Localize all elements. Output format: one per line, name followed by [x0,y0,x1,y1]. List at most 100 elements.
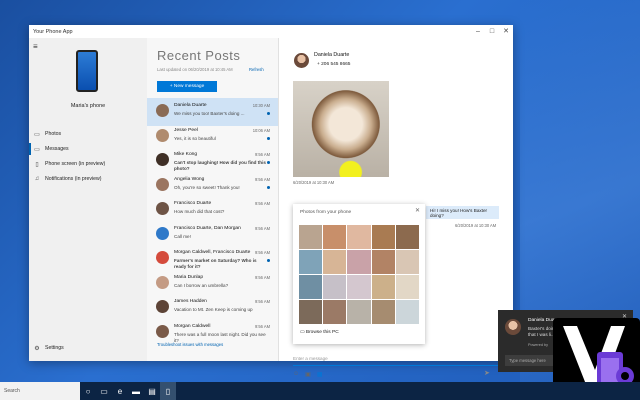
cortana-icon[interactable]: ○ [80,382,96,400]
browse-pc-button[interactable]: ▭ Browse this PC [300,330,339,335]
unread-indicator [267,161,270,164]
list-item-name: Morgan Caldwell [174,323,211,329]
minimize-button[interactable]: – [471,25,485,38]
photo-thumbnail[interactable] [371,250,395,274]
emoji-icon[interactable]: ☺ [293,371,299,378]
task-view-icon[interactable]: ▭ [96,382,112,400]
list-item-time: 9:56 AM [254,299,270,304]
new-message-button[interactable]: + New message [157,81,217,92]
toast-avatar [505,319,521,335]
photo-thumbnail[interactable] [323,275,347,299]
bell-icon: ♫ [34,176,40,182]
list-item-preview: How much did that cost? [174,209,225,214]
avatar [156,153,169,166]
list-item-name: Angelia Wong [174,176,205,182]
edge-icon[interactable]: e [112,382,128,400]
list-item-name: Maria Dunlap [174,274,204,280]
sidebar-item-settings[interactable]: ⚙ Settings [29,342,147,354]
photo-thumbnail[interactable] [395,300,419,324]
contact-phone: + 206 545 8665 [317,62,351,67]
avatar [156,275,169,289]
photo-thumbnail[interactable] [395,275,419,299]
list-item-name: James Hadden [174,299,207,304]
taskbar-search-input[interactable]: Search [0,382,80,400]
list-item-time: 9:56 AM [254,250,270,255]
contact-name: Daniela Duarte [314,52,350,58]
photo-thumbnail[interactable] [347,275,371,299]
sidebar-item-notifications[interactable]: ♫ Notifications (in preview) [29,173,147,185]
photo-thumbnail[interactable] [371,225,395,249]
photo-thumbnail[interactable] [347,300,371,324]
avatar [156,202,169,215]
list-item-time: 9:56 AM [254,323,270,329]
sidebar-item-messages[interactable]: ▭ Messages [29,143,147,155]
send-icon[interactable]: ➤ [484,369,490,377]
window-title: Your Phone App [33,28,73,35]
close-button[interactable]: ✕ [499,25,513,38]
your-phone-window: Your Phone App – □ ✕ ≡ Maria's phone ▭ P… [29,25,513,378]
photo-thumbnail[interactable] [323,250,347,274]
taskbar-icons: ○ ▭ e ▬ ▤ ▯ [80,382,176,400]
outgoing-timestamp: 6/20/2019 at 10:30 AM [455,223,497,228]
list-item-preview: Can I borrow an umbrella? [174,282,229,288]
phone-name: Maria's phone [70,103,106,109]
photos-picker-popup: Photos from your phone ✕ ▭ Browse this P… [293,204,425,344]
page-title: Recent Posts [157,48,241,63]
refresh-link[interactable]: Refresh [249,67,264,72]
sidebar: ≡ Maria's phone ▭ Photos ▭ Messages ▯ Ph… [29,38,147,361]
avatar [156,128,169,142]
sidebar-item-phone-screen[interactable]: ▯ Phone screen (in preview) [29,158,147,170]
sidebar-item-photos[interactable]: ▭ Photos [29,128,147,140]
unread-indicator [267,136,270,140]
list-item-preview: Farmer's market on Saturday? Who is read… [174,258,257,269]
your-phone-icon[interactable]: ▯ [160,382,176,400]
unread-indicator [267,185,270,189]
maximize-button[interactable]: □ [485,25,499,38]
list-item-name: Francisco Duarte, Dan Morgan [174,225,241,231]
list-item-time: 9:56 AM [254,225,270,231]
photos-icon: ▭ [34,131,40,138]
list-item-time: 10:30 AM [252,103,270,108]
photo-thumbnail[interactable] [323,225,347,249]
close-icon[interactable]: ✕ [415,207,420,214]
troubleshoot-link[interactable]: Troubleshoot issues with messages [157,342,223,347]
list-item-time: 9:56 AM [254,152,270,157]
sidebar-item-label: Notifications (in preview) [45,176,102,182]
photo-thumbnail[interactable] [299,275,323,299]
image-icon[interactable]: ▦ [317,371,323,378]
photo-thumbnail[interactable] [323,300,347,324]
photo-thumbnail[interactable] [371,275,395,299]
photo-thumbnail[interactable] [299,300,323,324]
photo-timestamp: 6/20/2019 at 10:30 AM [293,180,335,185]
list-item-time: 9:56 AM [254,274,270,280]
list-item-preview: Vacation to Mt. Zen Keep is coming up [174,307,253,312]
store-icon[interactable]: ▤ [144,382,160,400]
photo-thumbnail[interactable] [299,250,323,274]
photo-thumbnail[interactable] [347,250,371,274]
list-item-preview: Can't stop laughing! How did you find th… [174,160,266,171]
list-item-time: 9:56 AM [254,201,270,206]
received-photo[interactable] [293,81,389,177]
photo-thumbnail[interactable] [371,300,395,324]
avatar [156,226,169,240]
outgoing-message: Hi! I miss you! How's Baxter doing? [426,206,499,219]
message-input[interactable]: Enter a message [293,356,498,366]
hamburger-icon[interactable]: ≡ [33,42,38,51]
file-explorer-icon[interactable]: ▬ [128,382,144,400]
list-item-name: Mike Kong [174,152,198,157]
avatar [156,177,169,191]
photo-thumbnail[interactable] [299,225,323,249]
contact-avatar [294,53,309,68]
photo-thumbnail[interactable] [395,225,419,249]
list-item-name: Jesse Peel [174,127,198,133]
browse-label: Browse this PC [305,330,339,335]
messages-icon: ▭ [34,146,40,153]
list-item-time: 10:06 AM [252,127,270,133]
gif-icon[interactable]: ▣ [305,371,311,378]
conversation-pane: Daniela Duarte + 206 545 8665 6/20/2019 … [280,38,513,378]
photo-thumbnail[interactable] [395,250,419,274]
photo-thumbnail[interactable] [347,225,371,249]
gear-icon: ⚙ [34,345,40,352]
list-item-preview: Call me! [174,233,191,239]
list-item-preview: We miss you too! Baxter's doing ... [174,111,245,116]
